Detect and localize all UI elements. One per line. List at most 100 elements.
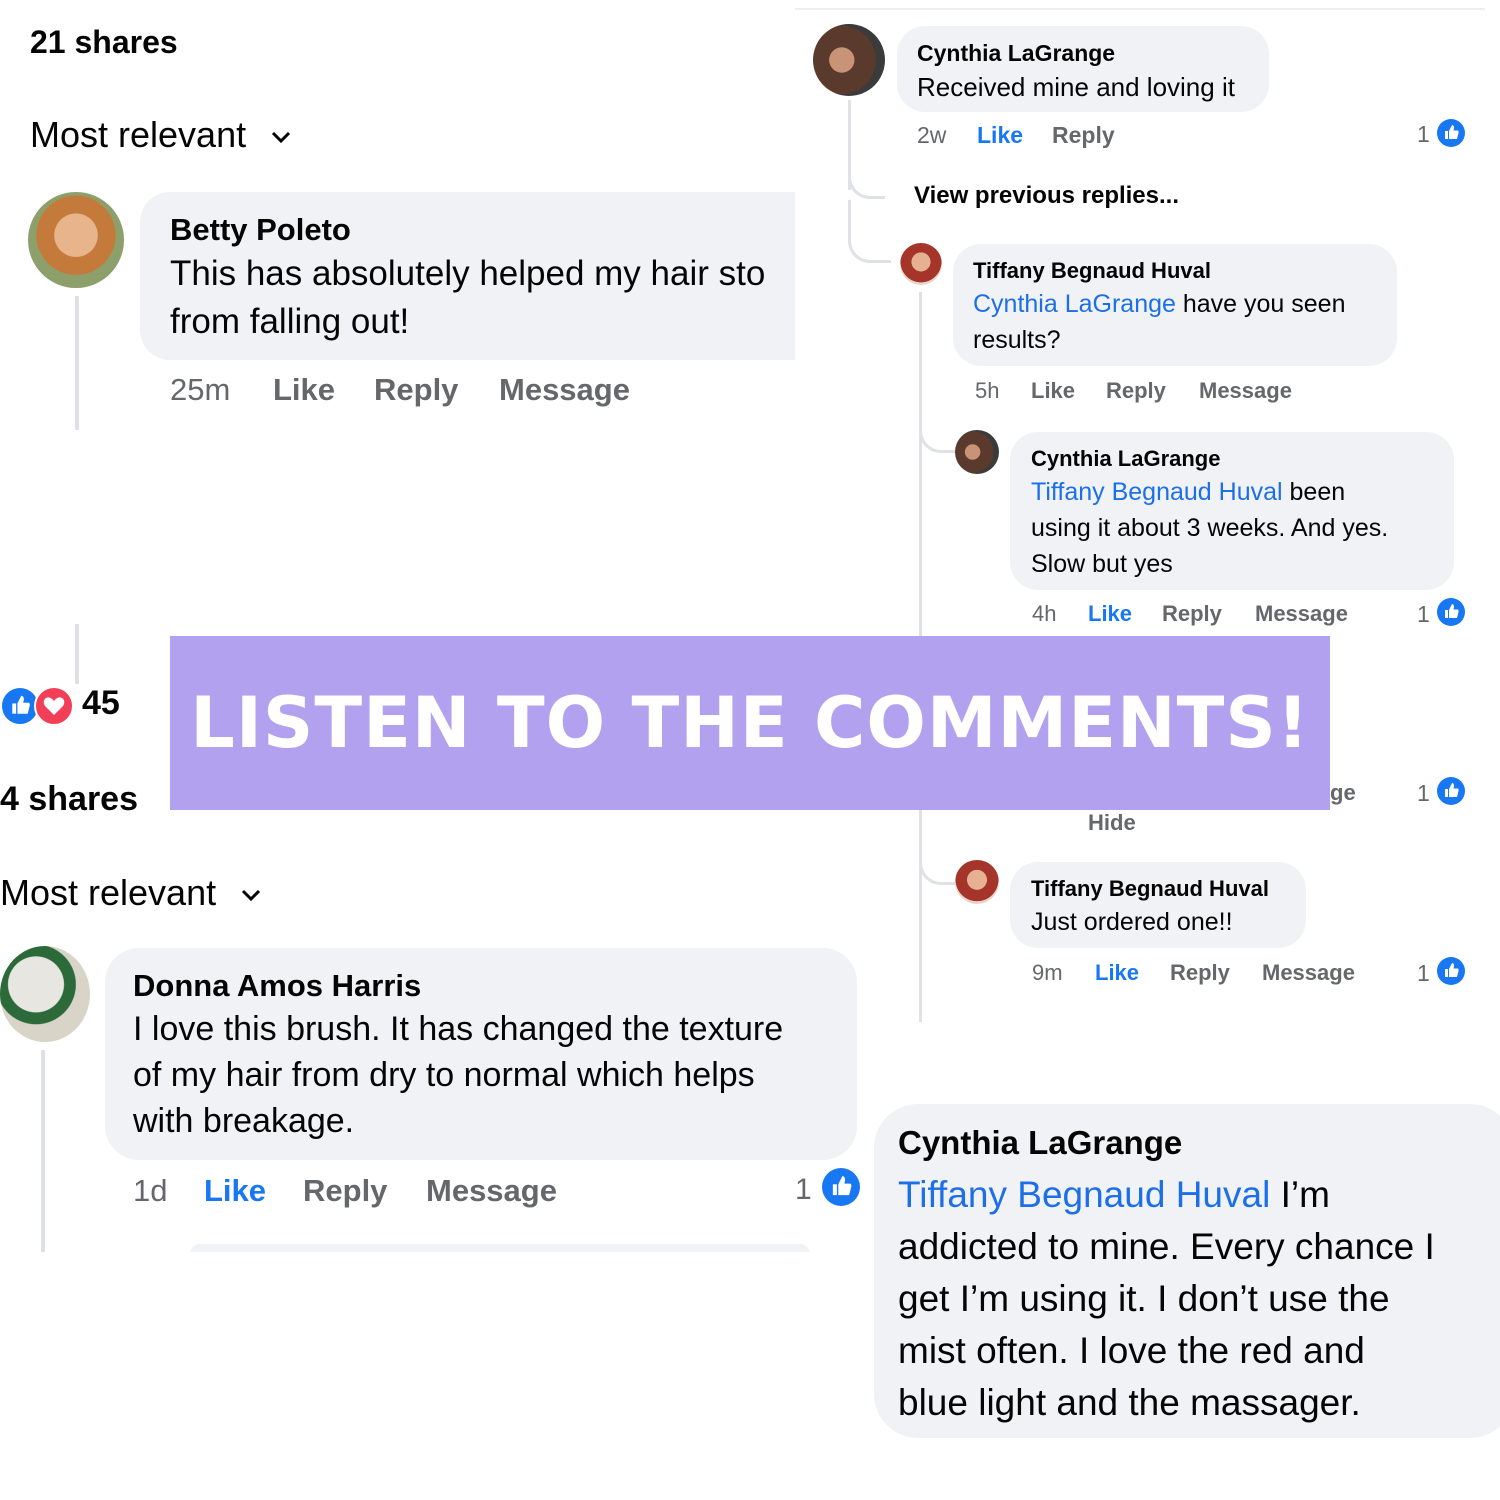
like-count[interactable]: 1 [1417, 780, 1430, 807]
like-count-value: 1 [1417, 780, 1430, 806]
reply-button[interactable]: Reply [1106, 378, 1166, 404]
message-button[interactable]: Message [499, 372, 630, 408]
like-button[interactable]: Like [204, 1173, 266, 1209]
reaction-count[interactable]: 45 [82, 684, 120, 723]
partial-message-button[interactable]: ge [1330, 780, 1356, 806]
like-button[interactable]: Like [977, 122, 1023, 149]
comment-text: mist often. I love the red and [898, 1330, 1365, 1371]
comment-author[interactable]: Cynthia LaGrange [898, 1124, 1182, 1162]
comment-text: I love this brush. It has changed the te… [133, 1010, 784, 1048]
sort-dropdown[interactable]: Most relevant [30, 114, 292, 156]
avatar[interactable] [900, 243, 942, 285]
reply-button[interactable]: Reply [374, 372, 458, 408]
timestamp: 25m [170, 372, 231, 407]
like-button[interactable]: Like [1031, 378, 1075, 404]
comment-author[interactable]: Tiffany Begnaud Huval [1031, 876, 1269, 902]
avatar[interactable] [813, 24, 885, 96]
view-previous-replies[interactable]: View previous replies... [914, 182, 1179, 210]
love-icon [34, 686, 74, 726]
comment-bubble: Betty Poleto This has absolutely helped … [140, 192, 795, 360]
comment-bubble: Tiffany Begnaud Huval Just ordered one!! [1010, 862, 1306, 948]
comment-text: Cynthia LaGrange have you seen [973, 290, 1345, 319]
reply-button[interactable]: Reply [1162, 601, 1222, 627]
next-comment-peek [190, 1244, 810, 1252]
shares-count[interactable]: 4 shares [0, 780, 138, 819]
message-button[interactable]: Message [426, 1173, 557, 1209]
thread-connector [919, 850, 956, 885]
like-icon [1437, 119, 1465, 147]
timestamp: 4h [1032, 601, 1057, 626]
like-button[interactable]: Like [273, 372, 335, 408]
comment-text-rest: I’m [1270, 1174, 1330, 1215]
comment-text: results? [973, 326, 1061, 354]
promo-banner: LISTEN TO THE COMMENTS! [170, 636, 1330, 810]
comment-author[interactable]: Tiffany Begnaud Huval [973, 258, 1211, 284]
comment-text: using it about 3 weeks. And yes. [1031, 514, 1389, 542]
comment-text: Received mine and loving it [917, 72, 1235, 102]
thread-connector [848, 226, 891, 263]
comment-bubble: Cynthia LaGrange Received mine and lovin… [897, 26, 1269, 112]
like-count[interactable]: 1 [1417, 121, 1430, 148]
comment-text: Tiffany Begnaud Huval been [1031, 478, 1345, 507]
comment-text-rest: been [1282, 478, 1346, 506]
like-count[interactable]: 1 [1417, 960, 1430, 987]
thread-line [75, 296, 79, 430]
shares-count[interactable]: 21 shares [30, 24, 178, 61]
like-count[interactable]: 1 [795, 1173, 812, 1207]
timestamp: 9m [1032, 960, 1063, 985]
avatar[interactable] [0, 946, 90, 1042]
message-button[interactable]: Message [1199, 378, 1292, 404]
like-button[interactable]: Like [1088, 601, 1132, 627]
chevron-down-icon [242, 890, 261, 902]
thread-connector [919, 420, 956, 453]
sort-dropdown[interactable]: Most relevant [0, 872, 262, 914]
avatar[interactable] [955, 860, 999, 904]
thread-line [75, 624, 79, 684]
like-icon [822, 1168, 860, 1206]
avatar[interactable] [28, 192, 124, 288]
comment-actions: 4h Like Reply Message [1032, 601, 1392, 631]
message-button[interactable]: Message [1255, 601, 1348, 627]
comment-text: Slow but yes [1031, 550, 1173, 578]
divider [795, 8, 1485, 10]
panel-top-left: 21 shares Most relevant Betty Poleto Thi… [0, 0, 795, 430]
like-count-value: 1 [795, 1173, 812, 1206]
comment-text: from falling out! [170, 302, 410, 341]
hide-button[interactable]: Hide [1088, 810, 1136, 836]
comment-author[interactable]: Cynthia LaGrange [1031, 446, 1220, 472]
timestamp: 5h [975, 378, 1000, 403]
comment-text: with breakage. [133, 1102, 355, 1140]
comment-text: blue light and the massager. [898, 1382, 1361, 1423]
panel-right: Cynthia LaGrange Received mine and lovin… [795, 0, 1500, 1050]
avatar[interactable] [955, 430, 999, 474]
like-button[interactable]: Like [1095, 960, 1139, 986]
comment-author[interactable]: Donna Amos Harris [133, 968, 421, 1004]
comment-text: get I’m using it. I don’t use the [898, 1278, 1390, 1319]
mention-link[interactable]: Tiffany Begnaud Huval [1031, 478, 1283, 506]
like-count-value: 1 [1417, 601, 1430, 627]
comment-actions: 1d Like Reply Message [133, 1173, 733, 1213]
comment-text: This has absolutely helped my hair sto [170, 254, 766, 293]
comment-author[interactable]: Betty Poleto [170, 212, 351, 248]
message-button[interactable]: Message [1262, 960, 1355, 986]
comment-text: Just ordered one!! [1031, 908, 1233, 936]
comment-text: Tiffany Begnaud Huval I’m [898, 1174, 1330, 1216]
thread-line [41, 1050, 45, 1252]
comment-bubble: Donna Amos Harris I love this brush. It … [105, 948, 857, 1160]
sort-label: Most relevant [0, 872, 217, 913]
like-count[interactable]: 1 [1417, 601, 1430, 628]
comment-actions: 9m Like Reply Message [1032, 960, 1402, 990]
comment-bubble: Cynthia LaGrange Tiffany Begnaud Huval b… [1010, 432, 1454, 590]
sort-label: Most relevant [30, 114, 247, 155]
like-icon [1437, 777, 1465, 805]
thread-connector [848, 160, 885, 199]
reply-button[interactable]: Reply [1170, 960, 1230, 986]
reply-button[interactable]: Reply [1052, 122, 1115, 149]
banner-text: LISTEN TO THE COMMENTS! [190, 682, 1310, 764]
reply-button[interactable]: Reply [303, 1173, 387, 1209]
mention-link[interactable]: Cynthia LaGrange [973, 290, 1176, 318]
chevron-down-icon [272, 132, 291, 144]
comment-actions: 2w Like Reply [917, 122, 1477, 152]
comment-author[interactable]: Cynthia LaGrange [917, 40, 1115, 67]
mention-link[interactable]: Tiffany Begnaud Huval [898, 1174, 1270, 1215]
